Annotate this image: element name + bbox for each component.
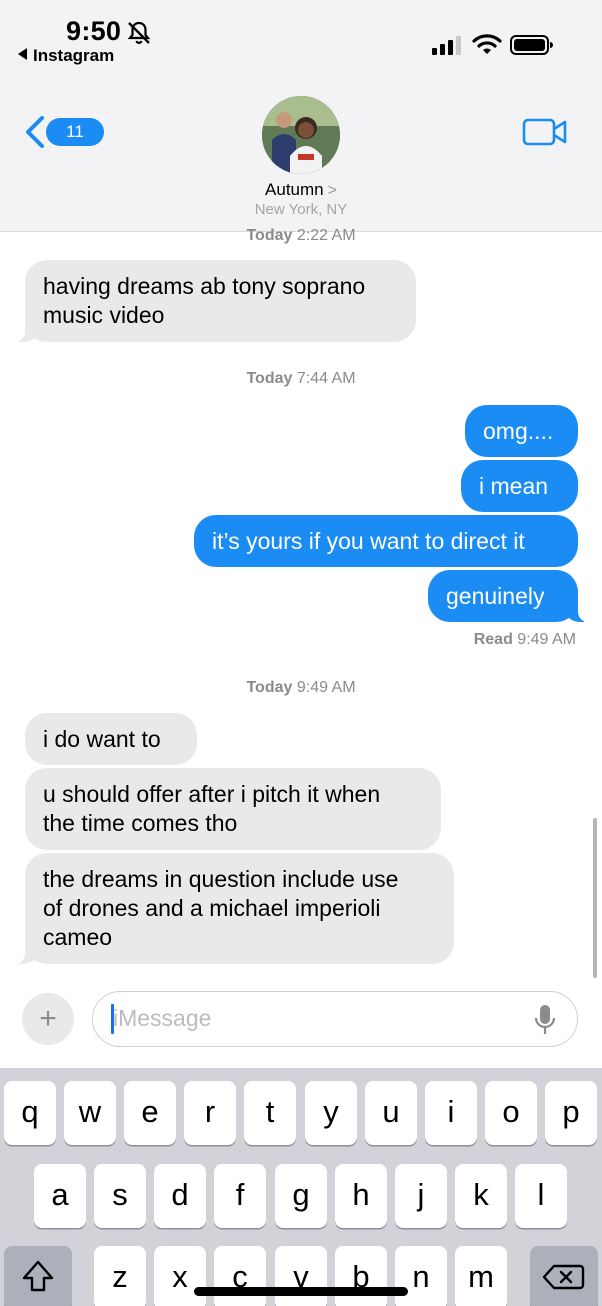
contact-location: New York, NY (254, 201, 348, 218)
outgoing-message[interactable]: it’s yours if you want to direct it (194, 515, 578, 567)
outgoing-message[interactable]: omg.... (465, 405, 578, 457)
timestamp-time: 9:49 AM (296, 679, 356, 696)
timestamp-day: Today (246, 370, 293, 387)
bell-slash-icon (127, 21, 151, 44)
key[interactable]: c (214, 1246, 266, 1306)
contact-chevron-icon: > (327, 182, 337, 199)
input-placeholder: iMessage (113, 1005, 212, 1031)
key[interactable]: g (275, 1164, 327, 1228)
battery-icon (510, 35, 553, 55)
message-line: cameo (43, 924, 113, 950)
key[interactable]: v (275, 1246, 327, 1306)
key[interactable]: m (455, 1246, 507, 1306)
chevron-left-icon (26, 116, 44, 148)
read-receipt: Read 9:49 AM (474, 631, 576, 649)
key[interactable]: k (455, 1164, 507, 1228)
read-label: Read (473, 631, 513, 648)
back-button[interactable]: 11 (22, 114, 104, 150)
message-line: music video (43, 302, 165, 328)
shift-icon (22, 1260, 54, 1292)
timestamp: Today 2:22 AM (0, 227, 602, 245)
key[interactable]: b (335, 1246, 387, 1306)
outgoing-message[interactable]: genuinely (428, 570, 590, 622)
key[interactable]: i (425, 1081, 477, 1145)
wifi-icon (472, 34, 502, 54)
imessage-input[interactable]: iMessage (92, 991, 578, 1047)
message-line: the dreams in question include use (43, 866, 399, 892)
message-line: u should offer after i pitch it when (43, 781, 381, 807)
message-line: having dreams ab tony soprano (43, 273, 366, 299)
cellular-signal-icon (432, 36, 461, 55)
incoming-message[interactable]: having dreams ab tony soprano music vide… (13, 260, 416, 342)
timestamp-time: 2:22 AM (296, 227, 356, 244)
key[interactable]: u (365, 1081, 417, 1145)
key[interactable]: j (395, 1164, 447, 1228)
message-line: the time comes tho (43, 810, 238, 836)
timestamp-day: Today (246, 227, 293, 244)
unread-count-badge: 11 (46, 118, 104, 146)
key[interactable]: s (94, 1164, 146, 1228)
plus-icon: + (39, 1002, 57, 1035)
backspace-icon (542, 1264, 585, 1290)
status-time: 9:50 (66, 16, 122, 46)
contact-name-text: Autumn (265, 180, 324, 199)
avatar-photo (262, 96, 340, 174)
key[interactable]: a (34, 1164, 86, 1228)
key[interactable]: q (4, 1081, 56, 1145)
microphone-icon[interactable] (532, 1003, 558, 1037)
outgoing-message[interactable]: i mean (461, 460, 578, 512)
key[interactable]: l (515, 1164, 567, 1228)
timestamp-time: 7:44 AM (296, 370, 356, 387)
apps-plus-button[interactable]: + (22, 993, 74, 1045)
incoming-message[interactable]: the dreams in question include use of dr… (13, 853, 454, 964)
scroll-indicator[interactable] (593, 818, 597, 978)
incoming-message[interactable]: u should offer after i pitch it when the… (25, 768, 441, 850)
key[interactable]: o (485, 1081, 537, 1145)
key[interactable]: x (154, 1246, 206, 1306)
key[interactable]: r (184, 1081, 236, 1145)
incoming-message[interactable]: i do want to (25, 713, 197, 765)
timestamp-day: Today (246, 679, 293, 696)
video-call-icon[interactable] (522, 116, 568, 148)
delete-key[interactable] (530, 1246, 598, 1306)
key[interactable]: e (124, 1081, 176, 1145)
contact-name[interactable]: Autumn > (0, 180, 602, 200)
read-time: 9:49 AM (517, 631, 576, 648)
key[interactable]: y (305, 1081, 357, 1145)
home-indicator[interactable] (194, 1287, 408, 1296)
key[interactable]: h (335, 1164, 387, 1228)
timestamp: Today 9:49 AM (0, 679, 602, 697)
back-to-app[interactable]: Instagram (18, 46, 114, 66)
key[interactable]: d (154, 1164, 206, 1228)
key[interactable]: p (545, 1081, 597, 1145)
key[interactable]: w (64, 1081, 116, 1145)
contact-avatar[interactable] (262, 96, 340, 174)
key[interactable]: n (395, 1246, 447, 1306)
back-app-label: Instagram (33, 46, 115, 65)
key[interactable]: f (214, 1164, 266, 1228)
timestamp: Today 7:44 AM (0, 370, 602, 388)
key[interactable]: z (94, 1246, 146, 1306)
shift-key[interactable] (4, 1246, 72, 1306)
message-line: of drones and a michael imperioli (43, 895, 381, 921)
top-bar: 9:50 Instagram 11 Autumn > New York, NY (0, 0, 602, 232)
key[interactable]: t (244, 1081, 296, 1145)
